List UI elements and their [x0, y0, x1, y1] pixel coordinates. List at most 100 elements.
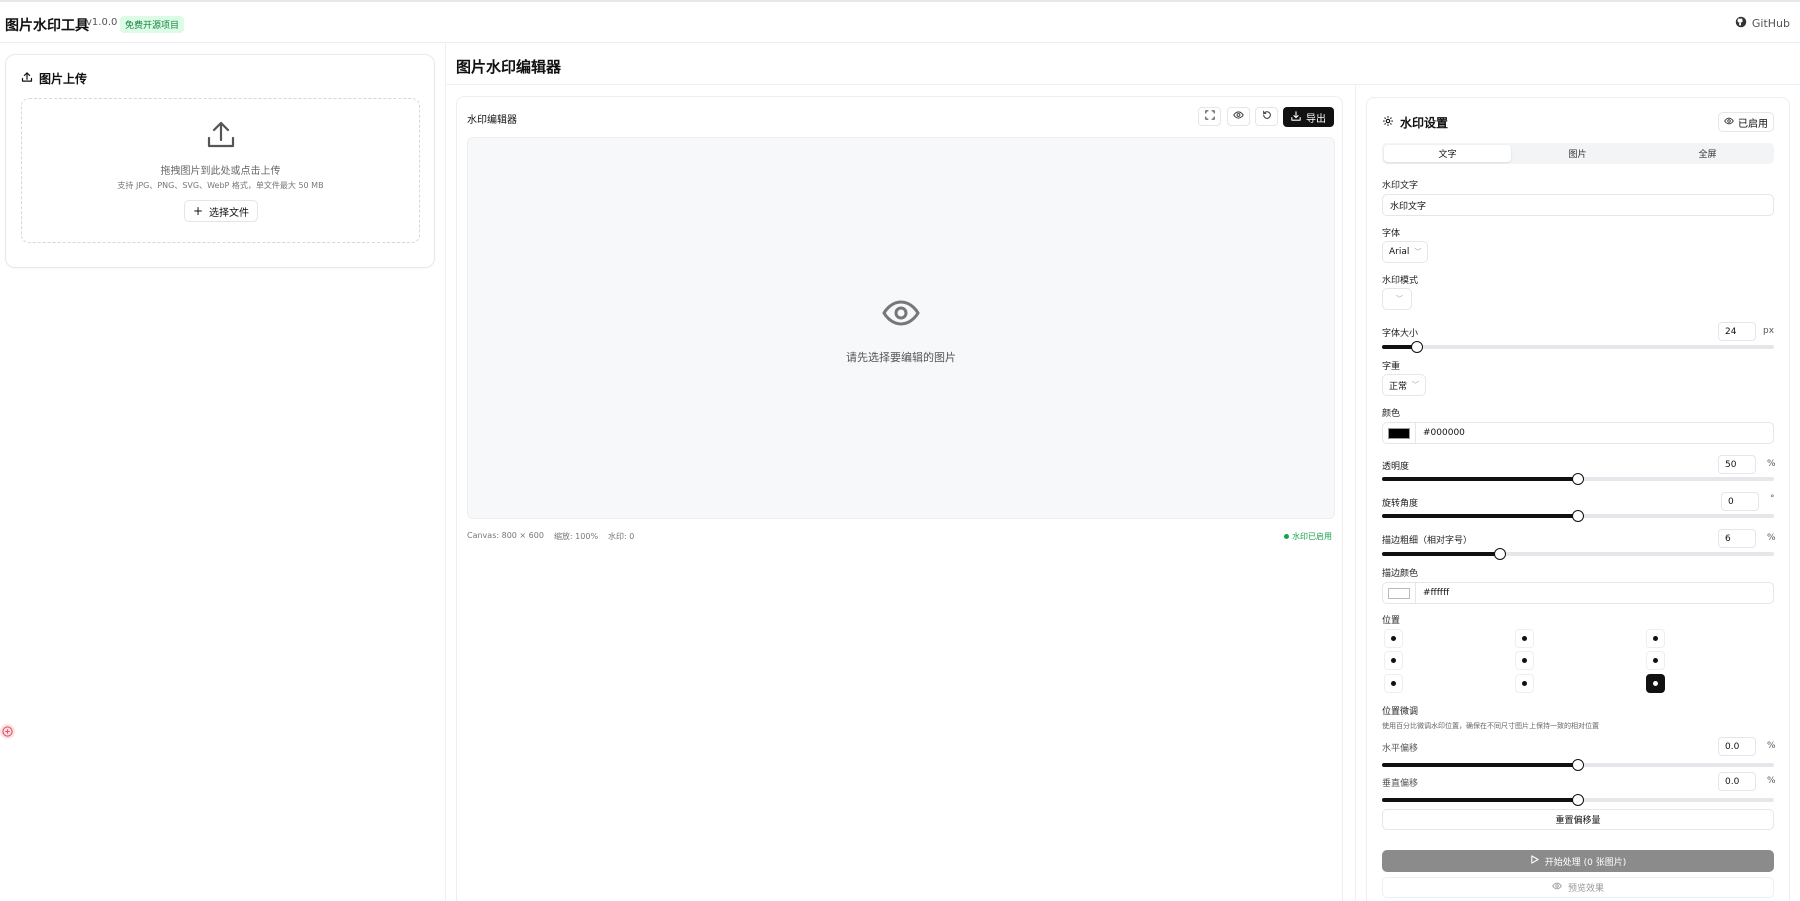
- enabled-label: 已启用: [1738, 118, 1768, 130]
- size-unit: px: [1763, 326, 1775, 336]
- upload-dropzone[interactable]: 拖拽图片到此处或点击上传 支持 JPG、PNG、SVG、WebP 格式，单文件最…: [21, 98, 420, 243]
- v-offset-slider[interactable]: [1382, 794, 1774, 806]
- start-processing-button[interactable]: 开始处理 (0 张图片): [1382, 850, 1774, 872]
- h-offset-label: 水平偏移: [1382, 744, 1419, 754]
- stroke-unit: %: [1767, 533, 1776, 543]
- font-label: 字体: [1382, 229, 1401, 239]
- rotation-input[interactable]: 0: [1721, 492, 1759, 511]
- reset-button[interactable]: [1255, 107, 1278, 126]
- watermark-text-input[interactable]: 水印文字: [1382, 194, 1774, 216]
- editor-card: 水印编辑器 导出 请先选择要编辑的图片 Canvas: 800 × 600 缩放…: [456, 96, 1343, 901]
- eye-icon: [1233, 110, 1244, 123]
- dot-icon: [1522, 681, 1527, 686]
- fullscreen-button[interactable]: [1198, 107, 1221, 126]
- watermark-status: 水印已启用: [1284, 531, 1332, 542]
- editor-canvas[interactable]: 请先选择要编辑的图片: [467, 137, 1335, 519]
- position-top-center[interactable]: [1515, 629, 1534, 648]
- reset-offset-button[interactable]: 重置偏移量: [1382, 809, 1774, 830]
- choose-file-label: 选择文件: [209, 207, 250, 219]
- zoom-level: 缩放: 100%: [553, 532, 599, 541]
- position-bottom-right[interactable]: [1646, 674, 1665, 693]
- stroke-color-field: #ffffff: [1382, 582, 1774, 604]
- position-bottom-center[interactable]: [1515, 674, 1534, 693]
- tab-text[interactable]: 文字: [1384, 145, 1511, 162]
- mode-select[interactable]: ﹀: [1382, 288, 1412, 310]
- color-swatch-button[interactable]: [1383, 422, 1416, 444]
- slider-fill: [1382, 763, 1578, 767]
- slider-thumb[interactable]: [1572, 759, 1584, 771]
- stroke-input[interactable]: 6: [1718, 529, 1756, 548]
- opacity-input[interactable]: 50: [1718, 455, 1756, 474]
- dot-icon: [1653, 658, 1658, 663]
- slider-thumb[interactable]: [1411, 341, 1424, 353]
- font-select[interactable]: Arial ﹀: [1382, 241, 1429, 263]
- opacity-slider[interactable]: [1382, 473, 1774, 485]
- eye-large-icon: [882, 299, 920, 330]
- empty-state-text: 请先选择要编辑的图片: [846, 351, 956, 364]
- color-swatch: [1388, 427, 1410, 439]
- app-version: v1.0.0: [86, 17, 118, 28]
- position-middle-right[interactable]: [1646, 651, 1665, 670]
- v-offset-input[interactable]: 0.0: [1718, 772, 1756, 791]
- slider-thumb[interactable]: [1493, 548, 1506, 560]
- choose-file-button[interactable]: + 选择文件: [184, 200, 258, 222]
- slider-thumb[interactable]: [1572, 794, 1584, 806]
- rotation-unit: °: [1770, 494, 1775, 504]
- position-middle-left[interactable]: [1384, 651, 1403, 670]
- fullscreen-icon: [1204, 110, 1215, 123]
- dot-icon: [1391, 636, 1396, 641]
- settings-title: 水印设置: [1382, 114, 1448, 131]
- preview-toggle-button[interactable]: [1227, 107, 1250, 126]
- color-label: 颜色: [1382, 409, 1401, 419]
- dot-icon: [1391, 681, 1396, 686]
- floating-widget-icon[interactable]: [0, 724, 15, 739]
- v-offset-unit: %: [1767, 776, 1776, 786]
- preview-effect-button[interactable]: 预览效果: [1382, 877, 1774, 898]
- export-button[interactable]: 导出: [1283, 107, 1334, 127]
- font-value: Arial: [1389, 247, 1410, 257]
- eye-icon: [1552, 882, 1562, 893]
- app-title: 图片水印工具: [5, 18, 89, 34]
- dot-icon: [1653, 681, 1658, 686]
- font-size-slider[interactable]: [1382, 341, 1774, 353]
- enabled-toggle-button[interactable]: 已启用: [1718, 112, 1774, 132]
- position-bottom-left[interactable]: [1384, 674, 1403, 693]
- stroke-slider[interactable]: [1382, 548, 1774, 560]
- dropzone-subtext: 支持 JPG、PNG、SVG、WebP 格式，单文件最大 50 MB: [117, 181, 324, 190]
- stroke-swatch-button[interactable]: [1383, 582, 1416, 604]
- gear-icon: [1382, 115, 1394, 130]
- upload-card: 图片上传 拖拽图片到此处或点击上传 支持 JPG、PNG、SVG、WebP 格式…: [5, 54, 435, 268]
- column-divider-left: [445, 43, 446, 901]
- weight-select[interactable]: 正常 ﹀: [1382, 374, 1427, 396]
- column-divider-right: [1355, 85, 1356, 901]
- tab-fullscreen[interactable]: 全屏: [1644, 145, 1771, 162]
- app-header: 图片水印工具 v1.0.0 免费开源项目 GitHub: [0, 2, 1800, 43]
- text-label: 水印文字: [1382, 181, 1419, 191]
- v-offset-label: 垂直偏移: [1382, 779, 1419, 789]
- color-hex-input[interactable]: #000000: [1416, 428, 1465, 438]
- h-offset-unit: %: [1767, 741, 1776, 751]
- canvas-size: Canvas: 800 × 600: [467, 531, 544, 540]
- slider-thumb[interactable]: [1572, 473, 1584, 485]
- font-size-input[interactable]: 24: [1718, 322, 1756, 341]
- position-center[interactable]: [1515, 651, 1534, 670]
- color-field: #000000: [1382, 422, 1774, 444]
- rotation-slider[interactable]: [1382, 510, 1774, 522]
- chevron-down-icon: ﹀: [1396, 295, 1403, 303]
- open-source-badge: 免费开源项目: [120, 16, 185, 33]
- tab-image[interactable]: 图片: [1514, 145, 1641, 162]
- rotation-label: 旋转角度: [1382, 499, 1419, 509]
- chevron-down-icon: ﹀: [1414, 248, 1422, 256]
- h-offset-input[interactable]: 0.0: [1718, 737, 1756, 756]
- position-top-right[interactable]: [1646, 629, 1665, 648]
- play-icon: [1530, 855, 1539, 867]
- stroke-label: 描边粗细（相对字号）: [1382, 536, 1473, 546]
- github-link[interactable]: GitHub: [1735, 16, 1790, 31]
- opacity-label: 透明度: [1382, 462, 1410, 472]
- settings-title-text: 水印设置: [1400, 116, 1449, 130]
- stroke-color-hex-input[interactable]: #ffffff: [1416, 588, 1449, 598]
- slider-thumb[interactable]: [1572, 510, 1584, 522]
- position-top-left[interactable]: [1384, 629, 1403, 648]
- h-offset-slider[interactable]: [1382, 759, 1774, 771]
- watermark-status-text: 水印已启用: [1292, 532, 1332, 541]
